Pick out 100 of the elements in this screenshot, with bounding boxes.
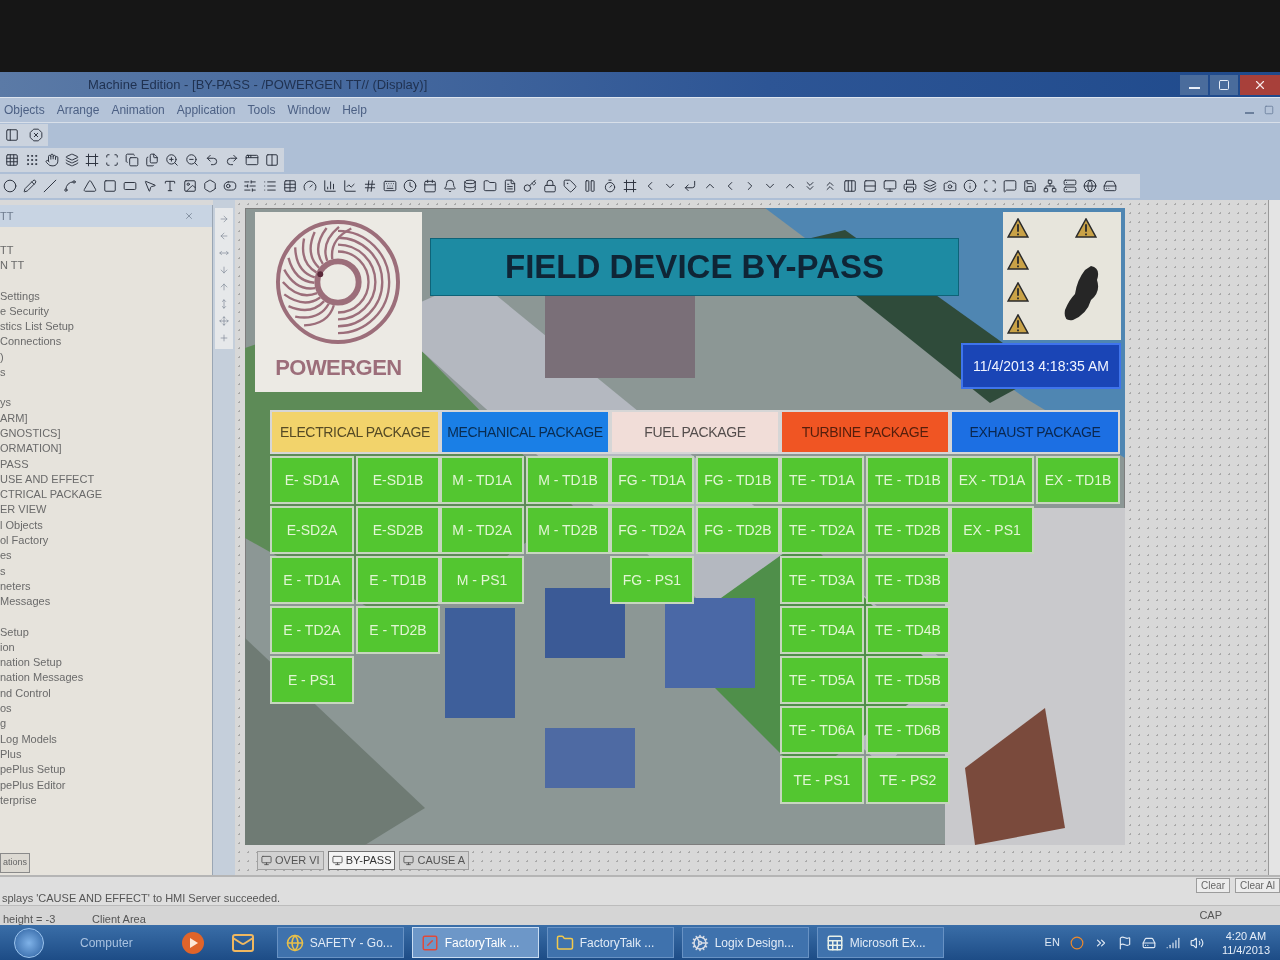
menu-item[interactable]: Window xyxy=(287,101,331,119)
double-chevron-up-icon[interactable] xyxy=(823,179,837,193)
monitor-icon[interactable] xyxy=(883,179,897,193)
tag-icon[interactable] xyxy=(563,179,577,193)
tree-item[interactable]: Settings xyxy=(0,288,212,304)
dots-grid-icon[interactable] xyxy=(25,153,39,167)
info-icon[interactable] xyxy=(963,179,977,193)
bar-chart-icon[interactable] xyxy=(323,179,337,193)
panel-tab[interactable]: ations xyxy=(0,853,31,873)
vertical-scrollbar[interactable] xyxy=(1268,200,1280,875)
minimize-button[interactable] xyxy=(1180,74,1208,95)
tree-item[interactable]: ORMATION] xyxy=(0,441,212,457)
taskbar-window-button[interactable]: FactoryTalk ... xyxy=(411,927,539,958)
printer-icon[interactable] xyxy=(903,179,917,193)
start-button[interactable] xyxy=(14,927,44,958)
tree-item[interactable]: ol Factory xyxy=(0,533,212,549)
corner-arrow-icon[interactable] xyxy=(683,179,697,193)
line-icon[interactable] xyxy=(43,179,57,193)
grid-icon[interactable] xyxy=(5,153,19,167)
tree-item[interactable]: es xyxy=(0,548,212,564)
folder-icon[interactable] xyxy=(483,179,497,193)
document-icon[interactable] xyxy=(503,179,517,193)
display-tab[interactable]: OVER VI xyxy=(257,851,324,870)
double-chevron-down-icon[interactable] xyxy=(803,179,817,193)
layers-icon[interactable] xyxy=(65,153,79,167)
taskbar-window-button[interactable]: Logix Design... xyxy=(681,927,809,958)
database-icon[interactable] xyxy=(463,179,477,193)
keyboard-icon[interactable] xyxy=(383,179,397,193)
list-icon[interactable] xyxy=(263,179,277,193)
frame-icon[interactable] xyxy=(623,179,637,193)
tree-item[interactable]: stics List Setup xyxy=(0,319,212,335)
tree-item[interactable]: terprise xyxy=(0,792,212,809)
number-icon[interactable] xyxy=(363,179,377,193)
tree-item[interactable]: Log Models xyxy=(0,731,212,747)
language-indicator[interactable]: EN xyxy=(1044,934,1060,951)
calendar-icon[interactable] xyxy=(423,179,437,193)
camera-icon[interactable] xyxy=(943,179,957,193)
tree-item[interactable]: pePlus Setup xyxy=(0,762,212,778)
display-tab[interactable]: CAUSE A xyxy=(399,851,470,870)
text-icon[interactable] xyxy=(163,179,177,193)
play-icon[interactable] xyxy=(180,930,205,955)
signal-icon[interactable] xyxy=(1165,935,1180,950)
gauge-icon[interactable] xyxy=(303,179,317,193)
menu-item[interactable]: Arrange xyxy=(56,101,100,119)
output-button[interactable]: Clear Al xyxy=(1235,878,1280,893)
tree-item[interactable]: ER VIEW xyxy=(0,502,212,518)
timer-icon[interactable] xyxy=(603,179,617,193)
tree-item[interactable]: nation Messages xyxy=(0,670,212,686)
panel-icon[interactable] xyxy=(5,128,19,142)
tree-item[interactable]: N TT xyxy=(0,258,212,274)
tree-item[interactable]: Plus xyxy=(0,746,212,763)
tree-item[interactable]: Setup xyxy=(0,624,212,640)
table-icon[interactable] xyxy=(283,179,297,193)
line-chart-icon[interactable] xyxy=(343,179,357,193)
clock[interactable]: 4:20 AM 11/4/2013 xyxy=(1221,928,1270,957)
image-icon[interactable] xyxy=(183,179,197,193)
redo-icon[interactable] xyxy=(225,153,239,167)
tree-item[interactable]: g xyxy=(0,716,212,732)
globe-icon[interactable] xyxy=(1083,179,1097,193)
rows-icon[interactable] xyxy=(863,179,877,193)
close-button[interactable] xyxy=(1240,74,1280,95)
taskbar-window-button[interactable]: SAFETY - Go... xyxy=(276,927,404,958)
tree-item[interactable]: nation Setup xyxy=(0,655,212,671)
save-icon[interactable] xyxy=(1023,179,1037,193)
tree-item[interactable]: pePlus Editor xyxy=(0,777,212,793)
toggle-icon[interactable] xyxy=(223,179,237,193)
files-icon[interactable] xyxy=(145,153,159,167)
layers-icon[interactable] xyxy=(923,179,937,193)
zoom-in-icon[interactable] xyxy=(165,153,179,167)
columns-icon[interactable] xyxy=(265,153,279,167)
bell-icon[interactable] xyxy=(443,179,457,193)
tree-item[interactable]: Connections xyxy=(0,334,212,350)
tree-item[interactable]: ion xyxy=(0,639,212,656)
curve-icon[interactable] xyxy=(63,179,77,193)
menu-item[interactable]: Help xyxy=(342,101,367,119)
network-icon[interactable] xyxy=(1043,179,1057,193)
tree-item[interactable]: s xyxy=(0,365,212,381)
tree-item[interactable]: TT xyxy=(0,243,212,259)
menu-item[interactable]: Objects xyxy=(4,101,45,119)
menu-item[interactable]: Application xyxy=(176,101,236,119)
lock-icon[interactable] xyxy=(543,179,557,193)
output-button[interactable]: Clear xyxy=(1196,878,1230,893)
tree-item[interactable]: ) xyxy=(0,349,212,366)
window-icon[interactable] xyxy=(245,153,259,167)
clock-icon[interactable] xyxy=(403,179,417,193)
pencil-icon[interactable] xyxy=(23,179,37,193)
stop-icon[interactable] xyxy=(29,128,43,142)
columns-icon[interactable] xyxy=(843,179,857,193)
taskbar-window-button[interactable]: Microsoft Ex... xyxy=(816,927,944,958)
tree-item[interactable]: Messages xyxy=(0,594,212,610)
server-icon[interactable] xyxy=(1063,179,1077,193)
tree-item[interactable]: USE AND EFFECT xyxy=(0,471,212,488)
zoom-out-icon[interactable] xyxy=(185,153,199,167)
tree-item[interactable]: ARM] xyxy=(0,410,212,426)
triangle-icon[interactable] xyxy=(83,179,97,193)
tree-item[interactable]: nd Control xyxy=(0,685,212,701)
tree-item[interactable]: neters xyxy=(0,578,212,595)
key-icon[interactable] xyxy=(523,179,537,193)
pause-icon[interactable] xyxy=(583,179,597,193)
circle-icon[interactable] xyxy=(3,179,17,193)
